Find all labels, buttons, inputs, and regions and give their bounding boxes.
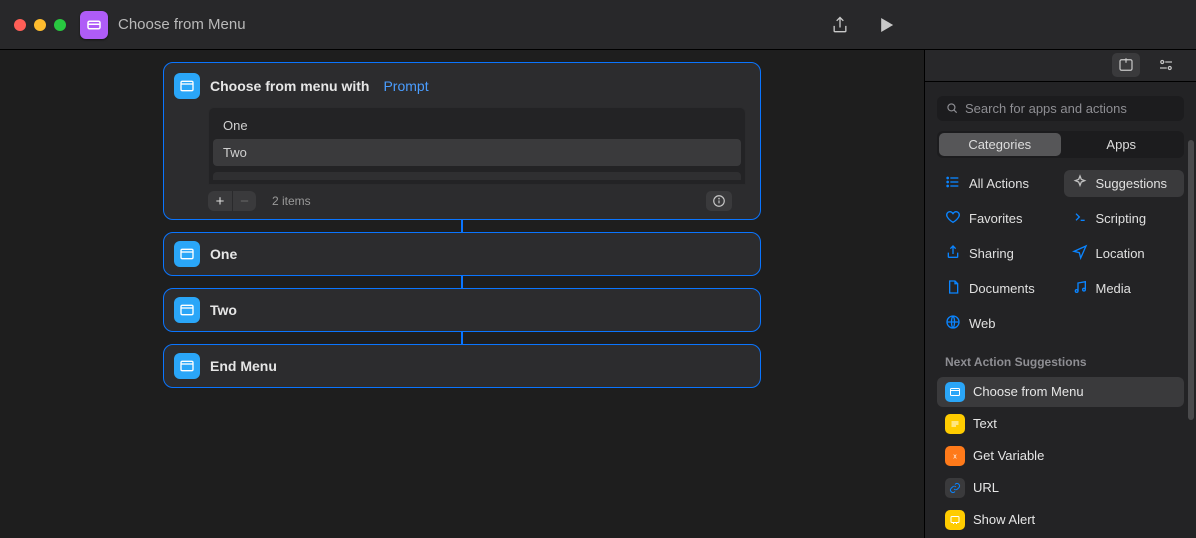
action-choose-from-menu[interactable]: Choose from menu with Prompt One Two + −… [163, 62, 761, 220]
suggestion-url[interactable]: URL [937, 473, 1184, 503]
suggestion-get-variable[interactable]: x Get Variable [937, 441, 1184, 471]
location-icon [1072, 244, 1088, 263]
connector [461, 332, 463, 344]
category-scripting[interactable]: Scripting [1064, 205, 1185, 232]
suggestion-icon [945, 414, 965, 434]
action-info-button[interactable] [706, 191, 732, 211]
category-label: Media [1096, 281, 1131, 296]
add-item-button[interactable]: + [208, 191, 232, 211]
category-favorites[interactable]: Favorites [937, 205, 1058, 232]
connector [461, 220, 463, 232]
library-toggle-button[interactable] [1112, 53, 1140, 77]
suggestion-label: Show Alert [973, 512, 1035, 527]
close-window-button[interactable] [14, 19, 26, 31]
suggestions-header: Next Action Suggestions [925, 349, 1196, 375]
branch-two[interactable]: Two [163, 288, 761, 332]
search-field[interactable] [937, 96, 1184, 121]
music-icon [1072, 279, 1088, 298]
category-label: Sharing [969, 246, 1014, 261]
terminal-icon [1072, 209, 1088, 228]
suggestion-show-alert[interactable]: Show Alert [937, 505, 1184, 535]
category-label: Web [969, 316, 996, 331]
branch-label: One [210, 246, 237, 262]
workflow-canvas[interactable]: Choose from menu with Prompt One Two + −… [0, 50, 924, 538]
category-label: Favorites [969, 211, 1022, 226]
workflow-title: Choose from Menu [118, 16, 246, 33]
category-documents[interactable]: Documents [937, 275, 1058, 302]
menu-branch-icon [174, 241, 200, 267]
prompt-token[interactable]: Prompt [383, 78, 428, 94]
globe-icon [945, 314, 961, 333]
sparkle-icon [1072, 174, 1088, 193]
branch-one[interactable]: One [163, 232, 761, 276]
add-remove-group: + − [208, 191, 256, 211]
minimize-window-button[interactable] [34, 19, 46, 31]
suggestions-list: Choose from Menu Text x Get Variable URL Show… [925, 375, 1196, 538]
menu-action-icon [174, 73, 200, 99]
suggestion-label: URL [973, 480, 999, 495]
remove-item-button[interactable]: − [232, 191, 256, 211]
sidebar-scrollbar[interactable] [1188, 120, 1194, 530]
suggestion-icon: x [945, 446, 965, 466]
category-label: Scripting [1096, 211, 1147, 226]
sidebar-toolbar [925, 50, 1196, 82]
branch-label: Two [210, 302, 237, 318]
suggestion-label: Choose from Menu [973, 384, 1084, 399]
search-icon [945, 101, 959, 115]
suggestion-label: Text [973, 416, 997, 431]
settings-button[interactable] [1154, 54, 1178, 76]
action-library-sidebar: Categories Apps All Actions Suggestions Fa… [924, 50, 1196, 538]
segment-categories[interactable]: Categories [939, 133, 1061, 156]
category-label: Suggestions [1096, 176, 1168, 191]
category-suggestions[interactable]: Suggestions [1064, 170, 1185, 197]
menu-item[interactable]: Two [213, 139, 741, 166]
category-location[interactable]: Location [1064, 240, 1185, 267]
items-count-label: 2 items [272, 194, 311, 208]
category-media[interactable]: Media [1064, 275, 1185, 302]
category-label: Location [1096, 246, 1145, 261]
category-grid: All Actions Suggestions Favorites Scripting… [925, 170, 1196, 337]
doc-icon [945, 279, 961, 298]
connector [461, 276, 463, 288]
category-label: Documents [969, 281, 1035, 296]
library-segmented-control[interactable]: Categories Apps [937, 131, 1184, 158]
heart-icon [945, 209, 961, 228]
category-all-actions[interactable]: All Actions [937, 170, 1058, 197]
suggestion-text[interactable]: Text [937, 409, 1184, 439]
menu-items-list[interactable]: One Two [208, 107, 746, 185]
suggestion-label: Get Variable [973, 448, 1044, 463]
titlebar: Choose from Menu [0, 0, 1196, 50]
branch-label: End Menu [210, 358, 277, 374]
suggestion-icon [945, 478, 965, 498]
list-icon [945, 174, 961, 193]
window-traffic-lights [14, 19, 66, 31]
branch-end-menu[interactable]: End Menu [163, 344, 761, 388]
category-web[interactable]: Web [937, 310, 1058, 337]
titlebar-actions [830, 0, 896, 49]
segment-apps[interactable]: Apps [1061, 133, 1183, 156]
menu-item[interactable]: One [213, 112, 741, 139]
menu-branch-icon [174, 353, 200, 379]
share-button[interactable] [830, 15, 850, 35]
menu-item-placeholder [213, 172, 741, 180]
scrollbar-thumb[interactable] [1188, 140, 1194, 420]
suggestion-icon [945, 382, 965, 402]
svg-text:x: x [953, 453, 957, 460]
zoom-window-button[interactable] [54, 19, 66, 31]
share-icon [945, 244, 961, 263]
category-sharing[interactable]: Sharing [937, 240, 1058, 267]
menu-branch-icon [174, 297, 200, 323]
action-title: Choose from menu with [210, 78, 369, 94]
run-button[interactable] [876, 15, 896, 35]
search-input[interactable] [965, 101, 1176, 116]
category-label: All Actions [969, 176, 1029, 191]
suggestion-icon [945, 510, 965, 530]
workflow-app-icon [80, 11, 108, 39]
suggestion-choose-from-menu[interactable]: Choose from Menu [937, 377, 1184, 407]
